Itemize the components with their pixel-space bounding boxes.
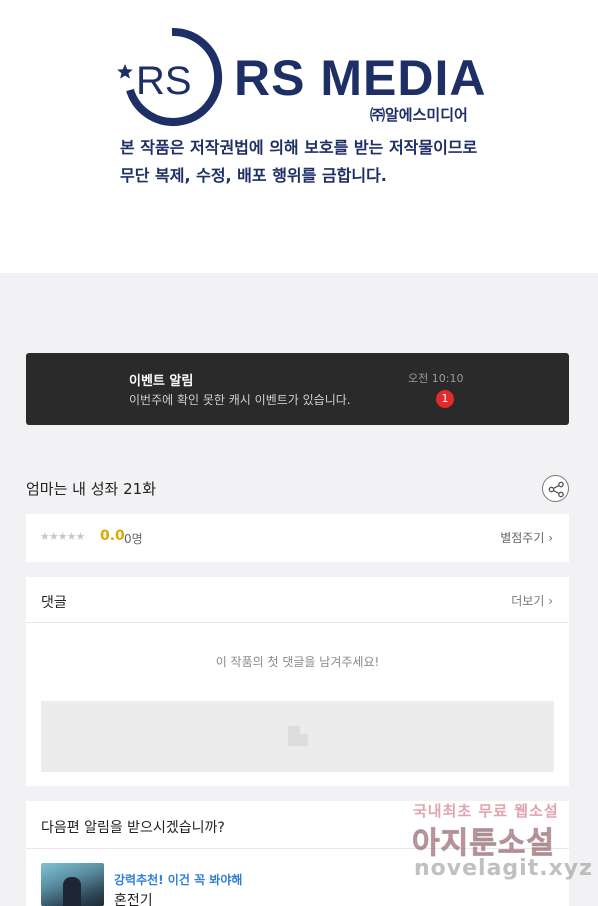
brand-wordmark: RS MEDIA (234, 50, 487, 106)
notice-line-1: 본 작품은 저작권법에 의해 보호를 받는 저작물이므로 (120, 138, 478, 157)
comment-placeholder-icon (288, 726, 308, 746)
rating-panel: ★★★★★ 0.0 0명 별점주기 › (26, 514, 569, 562)
rs-media-logo: RS (117, 27, 223, 126)
share-button[interactable] (542, 475, 569, 502)
episode-title: 엄마는 내 성좌 21화 (26, 480, 156, 498)
rate-button[interactable]: 별점주기 › (500, 529, 553, 546)
event-time: 오전 10:10 (408, 372, 464, 385)
recommend-title[interactable]: 혼전기 (114, 890, 153, 906)
comments-empty-message: 이 작품의 첫 댓글을 남겨주세요! (215, 655, 380, 669)
brand-korean-name: ㈜알에스미디어 (370, 106, 468, 124)
comments-title: 댓글 (41, 595, 67, 611)
notice-line-2: 무단 복제, 수정, 배포 행위를 금합니다. (120, 166, 387, 185)
watermark-url: novelagit.xyz (414, 856, 593, 881)
event-count-badge: 1 (436, 390, 454, 408)
rating-count: 0명 (124, 532, 143, 546)
comment-input-box[interactable] (41, 701, 554, 772)
rating-score: 0.0 (100, 528, 125, 544)
comments-header: 댓글 더보기 › (26, 577, 569, 623)
next-episode-question: 다음편 알림을 받으시겠습니까? (41, 820, 225, 836)
svg-text:RS: RS (136, 59, 192, 103)
comments-section: 댓글 더보기 › 이 작품의 첫 댓글을 남겨주세요! (26, 577, 569, 786)
site-watermark: 국내최초 무료 웹소설 아지툰소설 novelagit.xyz (410, 798, 592, 888)
recommend-tag: 강력추천! 이건 꼭 봐야해 (114, 873, 243, 887)
event-title: 이벤트 알림 (129, 374, 194, 389)
share-icon (548, 481, 564, 498)
event-message: 이번주에 확인 못한 캐시 이벤트가 있습니다. (129, 393, 351, 407)
event-notification[interactable]: 이벤트 알림 이번주에 확인 못한 캐시 이벤트가 있습니다. 오전 10:10… (26, 353, 569, 425)
copyright-notice: 본 작품은 저작권법에 의해 보호를 받는 저작물이므로 무단 복제, 수정, … (120, 134, 477, 190)
comments-more-link[interactable]: 더보기 › (511, 592, 553, 609)
copyright-banner: RS RS MEDIA ㈜알에스미디어 본 작품은 저작권법에 의해 보호를 받… (0, 0, 598, 273)
recommend-thumbnail[interactable] (41, 863, 104, 906)
star-rating: ★★★★★ (40, 530, 85, 543)
